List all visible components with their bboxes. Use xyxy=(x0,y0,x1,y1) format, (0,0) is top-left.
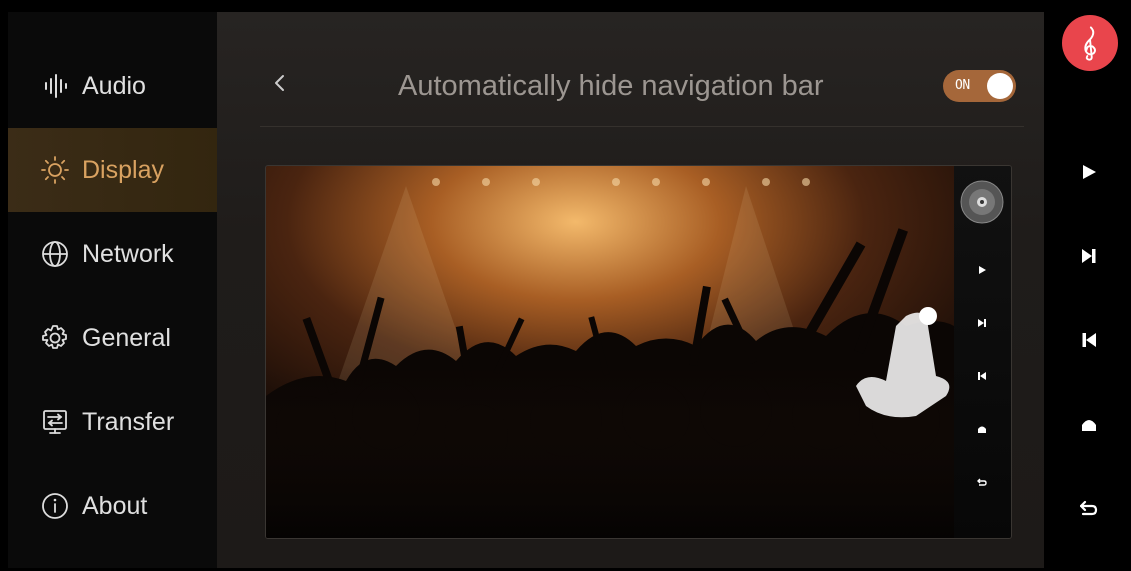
app-frame: Audio Display Network General Transfer A… xyxy=(8,12,1124,568)
info-icon xyxy=(40,491,70,521)
system-navigation-bar xyxy=(1052,12,1124,568)
concert-crowd-illustration xyxy=(266,166,954,538)
play-icon[interactable] xyxy=(1076,159,1102,185)
home-icon[interactable] xyxy=(1076,411,1102,437)
play-icon xyxy=(972,260,992,280)
back-icon[interactable] xyxy=(1076,495,1102,521)
sidebar: Audio Display Network General Transfer A… xyxy=(8,12,217,568)
navigation-bar-preview xyxy=(265,165,1012,539)
hide-navbar-toggle[interactable]: ON xyxy=(943,70,1016,102)
chevron-left-icon[interactable] xyxy=(265,68,295,98)
sidebar-item-label: General xyxy=(82,323,171,352)
gear-icon xyxy=(40,323,70,353)
sidebar-item-general[interactable]: General xyxy=(8,296,217,380)
home-icon xyxy=(972,419,992,439)
sidebar-item-network[interactable]: Network xyxy=(8,212,217,296)
sidebar-item-audio[interactable]: Audio xyxy=(8,44,217,128)
sun-icon xyxy=(40,155,70,185)
previous-icon[interactable] xyxy=(1076,327,1102,353)
globe-icon xyxy=(40,239,70,269)
previous-icon xyxy=(972,366,992,386)
next-icon xyxy=(972,313,992,333)
sidebar-item-label: Transfer xyxy=(82,407,175,436)
back-icon xyxy=(972,472,992,492)
sidebar-item-display[interactable]: Display xyxy=(8,128,217,212)
settings-panel: Automatically hide navigation bar ON xyxy=(217,12,1044,568)
toggle-label: ON xyxy=(955,78,970,93)
disc-icon xyxy=(960,180,1004,224)
sidebar-item-label: Display xyxy=(82,155,164,184)
sidebar-item-transfer[interactable]: Transfer xyxy=(8,380,217,464)
transfer-icon xyxy=(40,407,70,437)
page-title: Automatically hide navigation bar xyxy=(398,70,824,102)
sidebar-item-label: Audio xyxy=(82,71,146,100)
sidebar-item-about[interactable]: About xyxy=(8,464,217,548)
audio-bars-icon xyxy=(40,71,70,101)
divider xyxy=(260,126,1024,127)
toggle-knob xyxy=(987,73,1013,99)
sidebar-item-label: Network xyxy=(82,239,174,268)
page-header: Automatically hide navigation bar ON xyxy=(217,12,1044,128)
preview-navigation-bar xyxy=(954,166,1011,538)
music-clef-icon[interactable] xyxy=(1062,15,1118,71)
sidebar-item-label: About xyxy=(82,491,148,520)
next-icon[interactable] xyxy=(1076,243,1102,269)
